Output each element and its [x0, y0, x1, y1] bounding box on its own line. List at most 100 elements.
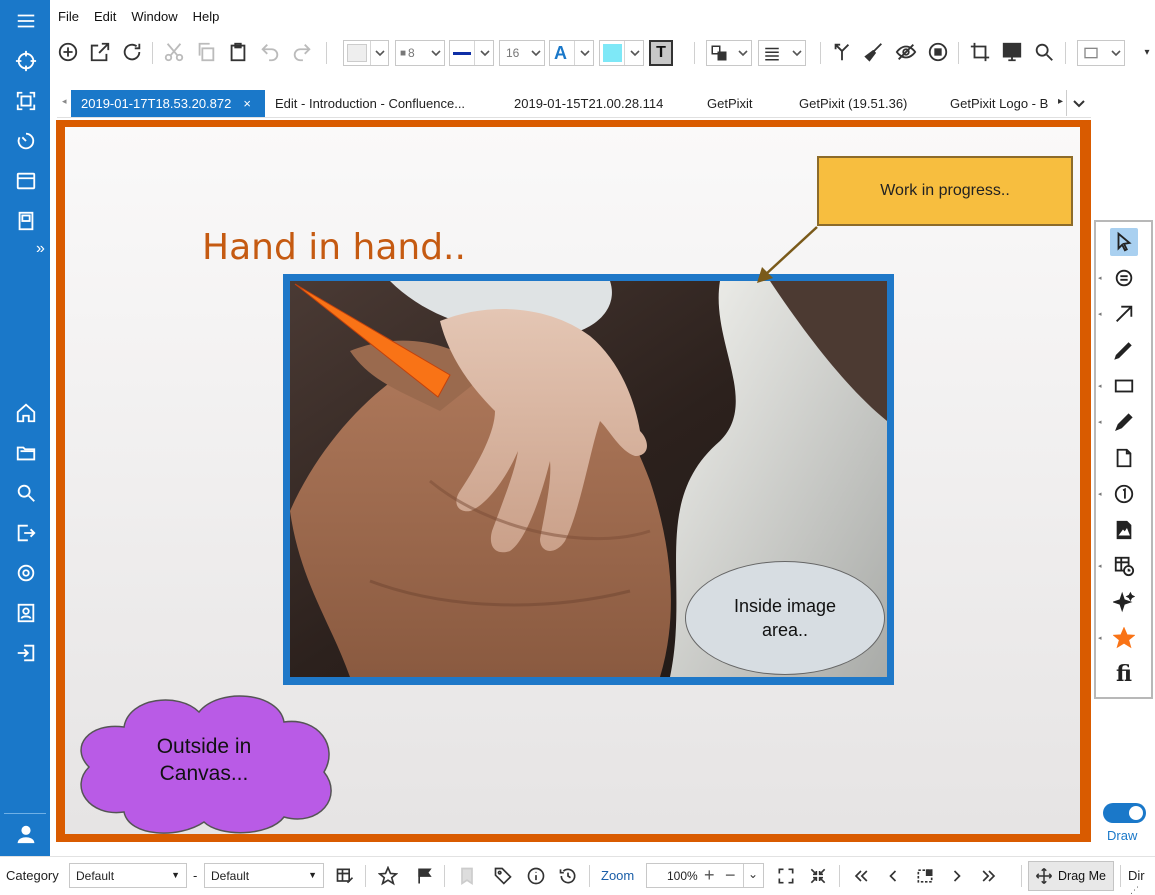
tab-item[interactable]: GetPixit Logo - B — [950, 90, 1058, 117]
align-combo[interactable] — [758, 40, 806, 66]
highlight-color-combo[interactable] — [599, 40, 644, 66]
page-icon[interactable] — [1110, 444, 1138, 472]
line-style-combo[interactable] — [449, 40, 494, 66]
record-stop-icon[interactable] — [926, 38, 950, 66]
arrange-combo[interactable] — [706, 40, 752, 66]
thumbnail-view-icon[interactable] — [913, 864, 937, 888]
fi-icon[interactable]: fi — [1110, 660, 1138, 688]
tab-active[interactable]: 2019-01-17T18.53.20.872 × — [71, 90, 265, 117]
status-dash: - — [193, 868, 198, 883]
contacts-icon[interactable] — [13, 600, 39, 626]
hide-eye-icon[interactable] — [894, 38, 918, 66]
category-select[interactable]: Default ▼ — [69, 863, 187, 888]
fit-screen-icon[interactable] — [774, 864, 798, 888]
info-icon[interactable] — [524, 864, 548, 888]
menu-file[interactable]: File — [58, 9, 79, 24]
tab-list-chevron-icon[interactable] — [1069, 93, 1089, 113]
tab-item[interactable]: GetPixit (19.51.36) — [799, 90, 919, 117]
toolbar-overflow-icon[interactable]: ▾ — [1142, 38, 1152, 66]
timer-capture-icon[interactable] — [13, 128, 39, 154]
folder-icon[interactable] — [13, 440, 39, 466]
scroll-capture-icon[interactable] — [13, 208, 39, 234]
text-color-combo[interactable]: A — [549, 40, 594, 66]
shape-combo[interactable] — [1077, 40, 1125, 66]
history-icon[interactable] — [556, 864, 580, 888]
chevron-down-icon — [792, 47, 802, 57]
dir-label[interactable]: Dir — [1128, 868, 1145, 883]
draw-toggle[interactable] — [1103, 803, 1146, 823]
search-icon[interactable] — [13, 480, 39, 506]
last-page-icon[interactable] — [977, 864, 1001, 888]
image-gallery-icon[interactable] — [1000, 38, 1024, 66]
table-time-icon[interactable]: ◂ — [1098, 552, 1138, 580]
toolbar-divider — [152, 42, 153, 64]
chevron-down-icon[interactable]: ⌄ — [748, 867, 758, 881]
cut-icon[interactable] — [162, 38, 186, 66]
text-button[interactable]: T — [649, 40, 673, 66]
copy-icon[interactable] — [194, 38, 218, 66]
next-page-icon[interactable] — [945, 864, 969, 888]
zoom-control[interactable]: 100% + − ⌄ — [646, 863, 764, 888]
border-size-value: 8 — [408, 46, 415, 60]
region-capture-icon[interactable] — [13, 88, 39, 114]
tab-label: Edit - Introduction - Confluence... — [275, 96, 466, 111]
import-icon[interactable] — [13, 640, 39, 666]
number-icon[interactable]: ◂ — [1098, 480, 1138, 508]
star-icon[interactable]: ◂ — [1098, 624, 1138, 652]
tab-item[interactable]: Edit - Introduction - Confluence... — [275, 90, 475, 117]
prev-page-icon[interactable] — [881, 864, 905, 888]
open-external-icon[interactable] — [88, 38, 112, 66]
border-size-combo[interactable]: ■ 8 — [395, 40, 445, 66]
editor-canvas[interactable]: Hand in hand.. Work in progress.. Inside… — [65, 127, 1080, 834]
refresh-icon[interactable] — [120, 38, 144, 66]
rectangle-icon[interactable]: ◂ — [1098, 372, 1138, 400]
crosshair-capture-icon[interactable] — [13, 48, 39, 74]
fill-color-combo[interactable] — [343, 40, 389, 66]
tab-item[interactable]: 2019-01-15T21.00.28.114 — [514, 90, 674, 117]
hamburger-menu-icon[interactable] — [13, 8, 39, 34]
menu-help[interactable]: Help — [193, 9, 220, 24]
comment-icon[interactable]: ◂ — [1098, 264, 1138, 292]
menu-window[interactable]: Window — [131, 9, 177, 24]
drag-me-button[interactable]: Drag Me — [1028, 861, 1114, 891]
sidebar-expand-icon[interactable]: » — [36, 240, 45, 258]
secondary-select[interactable]: Default ▼ — [204, 863, 324, 888]
paste-icon[interactable] — [226, 38, 250, 66]
flag-icon[interactable] — [413, 864, 437, 888]
category-value: Default — [76, 869, 115, 883]
menu-edit[interactable]: Edit — [94, 9, 116, 24]
pen-icon[interactable] — [1110, 336, 1138, 364]
pointer-icon[interactable] — [1110, 228, 1138, 256]
redo-icon[interactable] — [290, 38, 314, 66]
merge-icon[interactable] — [830, 38, 854, 66]
edit-table-icon[interactable] — [333, 864, 357, 888]
tag-icon[interactable] — [491, 864, 515, 888]
clean-brush-icon[interactable] — [862, 38, 886, 66]
font-size-combo[interactable]: 16 — [499, 40, 545, 66]
first-page-icon[interactable] — [849, 864, 873, 888]
actual-size-icon[interactable] — [806, 864, 830, 888]
sync-icon[interactable] — [13, 560, 39, 586]
bookmark-icon[interactable] — [455, 864, 479, 888]
zoom-out-icon[interactable]: − — [725, 865, 736, 886]
crop-icon[interactable] — [968, 38, 992, 66]
zoom-in-icon[interactable]: + — [704, 865, 715, 886]
tab-close-icon[interactable]: × — [243, 96, 251, 111]
arrow-icon[interactable]: ◂ — [1098, 300, 1138, 328]
image-file-icon[interactable] — [1110, 516, 1138, 544]
sparkle-icon[interactable] — [1110, 588, 1138, 616]
window-capture-icon[interactable] — [13, 168, 39, 194]
marker-icon[interactable]: ◂ — [1098, 408, 1138, 436]
export-icon[interactable] — [13, 520, 39, 546]
tab-item[interactable]: GetPixit — [707, 90, 777, 117]
resize-grip-icon[interactable]: ⋰ — [1130, 885, 1139, 895]
user-account-icon[interactable] — [13, 821, 39, 847]
zoom-search-icon[interactable] — [1032, 38, 1056, 66]
undo-icon[interactable] — [258, 38, 282, 66]
favorite-star-icon[interactable] — [376, 864, 400, 888]
new-icon[interactable] — [56, 38, 80, 66]
tab-scroll-left-icon[interactable]: ◂ — [62, 96, 67, 107]
tab-scroll-right-icon[interactable]: ▸ — [1058, 96, 1063, 107]
secondary-value: Default — [211, 869, 250, 883]
home-icon[interactable] — [13, 400, 39, 426]
